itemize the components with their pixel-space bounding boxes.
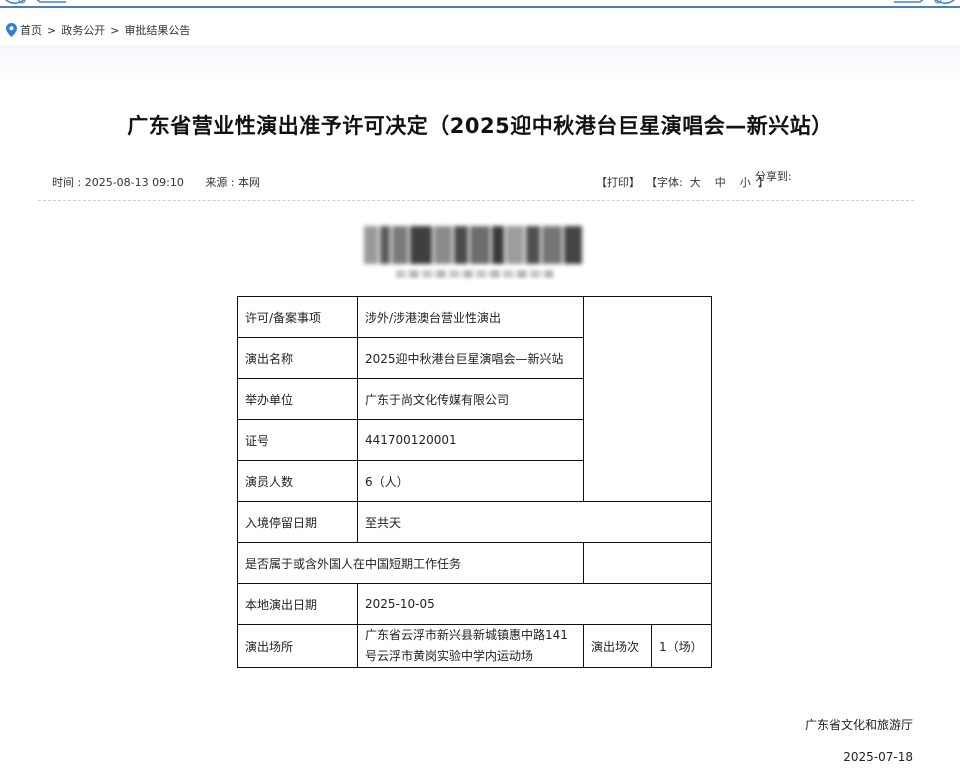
venue-value: 广东省云浮市新兴县新城镇惠中路141号云浮市黄岗实验中学内运动场 [357, 624, 584, 668]
row-value [583, 542, 712, 584]
header-fade [0, 45, 960, 85]
table-row: 是否属于或含外国人在中国短期工作任务 [237, 542, 712, 584]
breadcrumb-separator: > [47, 23, 57, 37]
ornament-left-icon [4, 0, 66, 4]
page-title: 广东省营业性演出准予许可决定（2025迎中秋港台巨星演唱会—新兴站） [127, 114, 833, 138]
table-row: 入境停留日期 至共天 [237, 501, 712, 543]
sessions-label: 演出场次 [583, 624, 652, 668]
empty-cell [583, 296, 712, 502]
row-value: 2025迎中秋港台巨星演唱会—新兴站 [357, 337, 584, 379]
row-label: 举办单位 [237, 378, 358, 420]
article-meta: 时间 : 2025-08-13 09:10 来源 : 本网 [52, 174, 278, 190]
font-small-button[interactable]: 小 [740, 174, 751, 190]
row-value: 2025-10-05 [357, 583, 712, 625]
breadcrumb: 首页 > 政务公开 > 审批结果公告 [6, 22, 190, 38]
row-label: 入境停留日期 [237, 501, 358, 543]
row-label: 演员人数 [237, 460, 358, 502]
row-value: 广东于尚文化传媒有限公司 [357, 378, 584, 420]
table-row: 演出场所 广东省云浮市新兴县新城镇惠中路141号云浮市黄岗实验中学内运动场 演出… [237, 624, 712, 668]
row-value: 至共天 [357, 501, 712, 543]
permit-table: 许可/备案事项 涉外/涉港澳台营业性演出 演出名称 2025迎中秋港台巨星演唱会… [237, 296, 712, 668]
print-button[interactable]: 【打印】 [596, 174, 640, 190]
redacted-heading-image [364, 222, 584, 268]
row-value: 6（人） [357, 460, 584, 502]
row-label: 本地演出日期 [237, 583, 358, 625]
ornament-right-icon [894, 0, 956, 4]
header-border [0, 0, 960, 8]
issue-date: 2025-07-18 [843, 750, 913, 764]
row-label: 证号 [237, 419, 358, 461]
issuing-authority: 广东省文化和旅游厅 [804, 718, 913, 732]
share-label: 分享到: [755, 170, 792, 183]
table-row: 本地演出日期 2025-10-05 [237, 583, 712, 625]
row-label: 演出名称 [237, 337, 358, 379]
venue-label: 演出场所 [237, 624, 358, 668]
location-pin-icon [6, 23, 17, 37]
sessions-value: 1（场） [651, 624, 712, 668]
row-value: 441700120001 [357, 419, 584, 461]
publish-time: 时间 : 2025-08-13 09:10 [52, 176, 184, 189]
breadcrumb-separator: > [110, 23, 120, 37]
breadcrumb-approval-results[interactable]: 审批结果公告 [124, 22, 190, 38]
breadcrumb-home[interactable]: 首页 [20, 22, 42, 38]
row-label: 许可/备案事项 [237, 296, 358, 338]
font-size-label: 【字体: [646, 176, 683, 189]
row-label: 是否属于或含外国人在中国短期工作任务 [237, 542, 584, 584]
divider [38, 200, 914, 201]
article-tools: 【打印】 【字体: 大 中 小 】 [596, 174, 769, 190]
table-row: 许可/备案事项 涉外/涉港澳台营业性演出 [237, 296, 712, 502]
font-large-button[interactable]: 大 [690, 174, 701, 190]
source: 来源 : 本网 [205, 176, 261, 189]
row-value: 涉外/涉港澳台营业性演出 [357, 296, 584, 338]
font-medium-button[interactable]: 中 [715, 174, 726, 190]
breadcrumb-gov-affairs[interactable]: 政务公开 [61, 22, 105, 38]
redacted-subheading-image [396, 270, 554, 278]
